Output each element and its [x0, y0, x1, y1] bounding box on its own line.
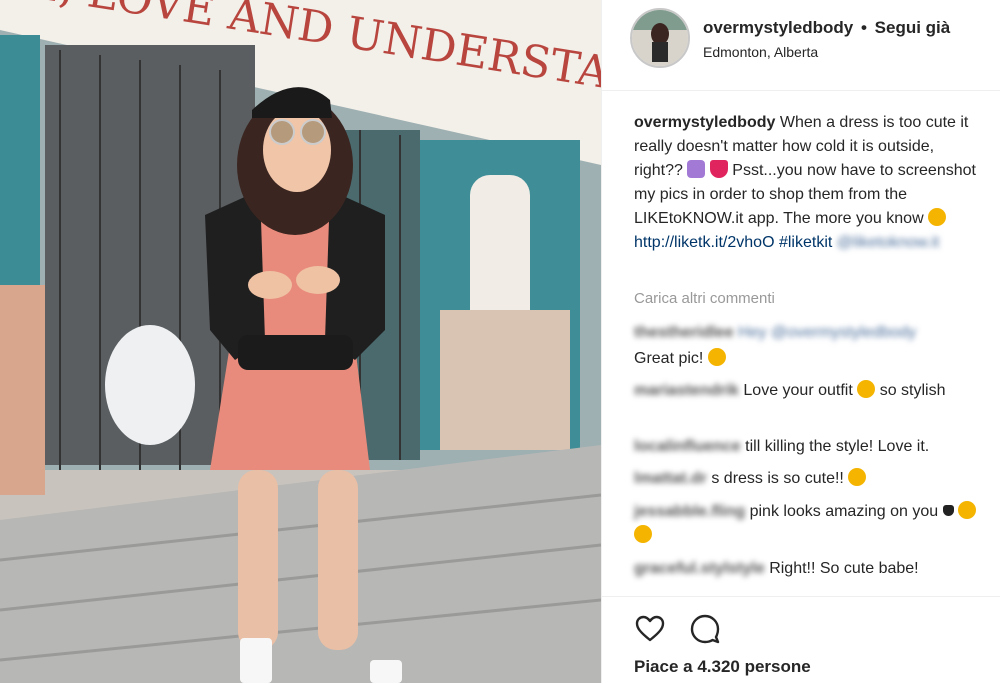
- likes-count[interactable]: Piace a 4.320 persone: [634, 657, 811, 677]
- post-header: overmystyledbody • Segui già Edmonton, A…: [602, 0, 1000, 91]
- heart-eyes-emoji-icon: [848, 468, 867, 486]
- comment-username[interactable]: lmattat.dr: [634, 470, 707, 487]
- post-location[interactable]: Edmonton, Alberta: [703, 44, 818, 60]
- comment-3: localinfluence till killing the style! L…: [634, 435, 984, 459]
- comment-username[interactable]: graceful.stylstyle: [634, 560, 765, 577]
- comment-text: s dress is so cute!!: [711, 470, 844, 487]
- caption-mention[interactable]: @liketoknow.it: [837, 234, 940, 251]
- follow-button[interactable]: Segui già: [875, 18, 951, 37]
- comment-5: jessabble.fling pink looks amazing on yo…: [634, 500, 984, 548]
- load-more-comments[interactable]: Carica altri commenti: [634, 290, 775, 307]
- comment-username[interactable]: thestheridlee: [634, 324, 734, 341]
- comment-1-text: Great pic!: [634, 347, 984, 371]
- post-username[interactable]: overmystyledbody: [703, 18, 853, 37]
- comment-text: pink looks amazing on you: [749, 503, 939, 520]
- comment-1: thestheridlee Hey @overmystyledbody: [634, 321, 984, 345]
- comment-text-after: so stylish: [879, 382, 946, 399]
- comment-text: Great pic!: [634, 350, 704, 367]
- heart-eyes-emoji-icon: [958, 501, 977, 519]
- heart-eyes-emoji-icon: [857, 380, 876, 398]
- comment-4: lmattat.dr s dress is so cute!!: [634, 467, 984, 491]
- separator-dot: •: [860, 18, 867, 37]
- red-heart-emoji-icon: [709, 160, 728, 178]
- caption-hashtag[interactable]: #liketkit: [779, 234, 832, 251]
- post-side-panel: overmystyledbody • Segui già Edmonton, A…: [602, 0, 1000, 683]
- comment-username[interactable]: localinfluence: [634, 438, 741, 455]
- comment-2: mariastendrik Love your outfit so stylis…: [634, 379, 984, 403]
- avatar[interactable]: [630, 8, 690, 68]
- comment-icon[interactable]: [689, 613, 721, 645]
- comment-text: Love your outfit: [743, 382, 853, 399]
- heart-eyes-emoji-icon: [634, 525, 652, 543]
- comment-text: till killing the style! Love it.: [745, 438, 930, 455]
- caption-text-2: Psst...you now have to screenshot my pic…: [634, 162, 976, 227]
- caption-username[interactable]: overmystyledbody: [634, 114, 775, 131]
- comment-6: graceful.stylstyle Right!! So cute babe!: [634, 557, 984, 581]
- post-actions: Piace a 4.320 persone: [602, 596, 1000, 684]
- black-heart-emoji-icon: [942, 505, 954, 516]
- caption-link[interactable]: http://liketk.it/2vhoO: [634, 234, 775, 251]
- comment-mention[interactable]: Hey @overmystyledbody: [738, 324, 916, 341]
- winking-face-emoji-icon: [928, 208, 947, 226]
- comment-username[interactable]: jessabble.fling: [634, 503, 745, 520]
- kissing-face-emoji-icon: [707, 348, 726, 366]
- caption: overmystyledbody When a dress is too cut…: [634, 111, 984, 255]
- comments-area[interactable]: overmystyledbody When a dress is too cut…: [602, 91, 1000, 596]
- heart-icon[interactable]: [634, 613, 666, 645]
- comment-username[interactable]: mariastendrik: [634, 382, 739, 399]
- username-line: overmystyledbody • Segui già: [703, 18, 950, 38]
- post-photo[interactable]: E, LOVE AND UNDERSTANDING ?: [0, 0, 601, 683]
- woman-shrugging-emoji-icon: [687, 160, 706, 178]
- comment-text: Right!! So cute babe!: [769, 560, 919, 577]
